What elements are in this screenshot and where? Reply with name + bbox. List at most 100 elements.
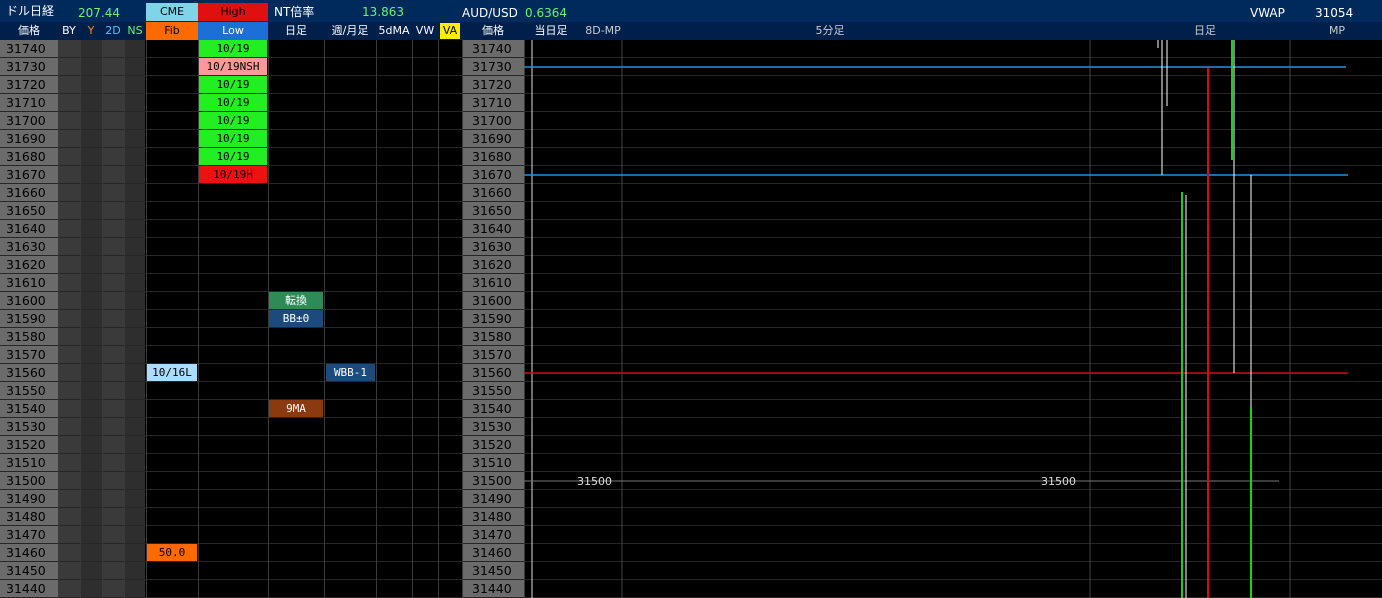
fib-col-tag[interactable]: 50.0	[147, 544, 197, 561]
weekly-col-tag[interactable]: WBB-1	[326, 364, 375, 381]
price-cell-2[interactable]: 31440	[472, 580, 512, 598]
column-divider	[462, 40, 463, 598]
y-col-header[interactable]: Y	[80, 22, 102, 40]
price-cell-2[interactable]: 31720	[472, 76, 512, 94]
price-cell[interactable]: 31730	[6, 58, 46, 76]
price-cell[interactable]: 31610	[6, 274, 46, 292]
level-label-b: 31500	[1041, 475, 1076, 488]
price-cell[interactable]: 31550	[6, 382, 46, 400]
price-cell-2[interactable]: 31560	[472, 364, 512, 382]
low-col-tag[interactable]: 10/19NSH	[199, 58, 267, 75]
price-cell-2[interactable]: 31510	[472, 454, 512, 472]
price-cell-2[interactable]: 31470	[472, 526, 512, 544]
mp-col-header[interactable]: MP	[1322, 22, 1352, 40]
cme-button[interactable]: CME	[146, 3, 198, 21]
price-cell[interactable]: 31630	[6, 238, 46, 256]
today-col-header[interactable]: 当日足	[526, 22, 576, 40]
price-cell-2[interactable]: 31530	[472, 418, 512, 436]
va-col-header[interactable]: VA	[440, 23, 460, 39]
price-cell[interactable]: 31580	[6, 328, 46, 346]
price-cell-2[interactable]: 31550	[472, 382, 512, 400]
high-button[interactable]: High	[198, 3, 268, 21]
price-cell[interactable]: 31450	[6, 562, 46, 580]
price-cell-2[interactable]: 31640	[472, 220, 512, 238]
price-cell[interactable]: 31470	[6, 526, 46, 544]
fib-col-tag[interactable]: 10/16L	[147, 364, 197, 381]
price-cell[interactable]: 31720	[6, 76, 46, 94]
daily-col-tag[interactable]: BB±0	[269, 310, 323, 327]
price-cell[interactable]: 31480	[6, 508, 46, 526]
price-cell-2[interactable]: 31590	[472, 310, 512, 328]
price-cell[interactable]: 31530	[6, 418, 46, 436]
price-cell[interactable]: 31510	[6, 454, 46, 472]
fib-col-header[interactable]: Fib	[146, 22, 198, 40]
low-col-tag[interactable]: 10/19	[199, 148, 267, 165]
price-cell-2[interactable]: 31710	[472, 94, 512, 112]
price-cell[interactable]: 31740	[6, 40, 46, 58]
weekly-monthly-col-header[interactable]: 週/月足	[324, 22, 376, 40]
price-cell-2[interactable]: 31570	[472, 346, 512, 364]
low-col-tag[interactable]: 10/19	[199, 40, 267, 57]
price-cell[interactable]: 31640	[6, 220, 46, 238]
price-cell[interactable]: 31710	[6, 94, 46, 112]
daily-col-header-2[interactable]: 日足	[1185, 22, 1225, 40]
8d-mp-col-header[interactable]: 8D-MP	[578, 22, 628, 40]
price-cell[interactable]: 31560	[6, 364, 46, 382]
price-cell-2[interactable]: 31540	[472, 400, 512, 418]
price-cell[interactable]: 31440	[6, 580, 46, 598]
by-column	[58, 40, 80, 598]
price-cell-2[interactable]: 31480	[472, 508, 512, 526]
price-cell-2[interactable]: 31500	[472, 472, 512, 490]
price-cell-2[interactable]: 31600	[472, 292, 512, 310]
price-cell-2[interactable]: 31650	[472, 202, 512, 220]
low-col-tag[interactable]: 10/19	[199, 94, 267, 111]
price-cell[interactable]: 31670	[6, 166, 46, 184]
price-cell-2[interactable]: 31740	[472, 40, 512, 58]
price-cell-2[interactable]: 31630	[472, 238, 512, 256]
low-col-tag[interactable]: 10/19	[199, 76, 267, 93]
low-col-tag[interactable]: 10/19	[199, 130, 267, 147]
daily-col-tag[interactable]: 転換	[269, 292, 323, 309]
price-cell-2[interactable]: 31690	[472, 130, 512, 148]
price-cell[interactable]: 31540	[6, 400, 46, 418]
price-cell-2[interactable]: 31610	[472, 274, 512, 292]
price-cell-2[interactable]: 31450	[472, 562, 512, 580]
5dma-col-header[interactable]: 5dMA	[376, 22, 412, 40]
low-col-tag[interactable]: 10/19	[199, 112, 267, 129]
price-cell[interactable]: 31520	[6, 436, 46, 454]
price-cell[interactable]: 31500	[6, 472, 46, 490]
price-cell-2[interactable]: 31730	[472, 58, 512, 76]
price-cell-2[interactable]: 31460	[472, 544, 512, 562]
price-cell-2[interactable]: 31520	[472, 436, 512, 454]
low-col-tag[interactable]: 10/19H	[199, 166, 267, 183]
price-cell[interactable]: 31590	[6, 310, 46, 328]
level-label-a: 31500	[577, 475, 612, 488]
price-cell[interactable]: 31600	[6, 292, 46, 310]
2d-column	[102, 40, 124, 598]
ns-col-header[interactable]: NS	[124, 22, 146, 40]
price-cell-2[interactable]: 31670	[472, 166, 512, 184]
vw-col-header[interactable]: VW	[412, 22, 438, 40]
price-cell[interactable]: 31690	[6, 130, 46, 148]
price-cell[interactable]: 31650	[6, 202, 46, 220]
price-cell[interactable]: 31570	[6, 346, 46, 364]
price-cell-2[interactable]: 31580	[472, 328, 512, 346]
price-cell-2[interactable]: 31490	[472, 490, 512, 508]
nt-label: NT倍率	[274, 5, 315, 19]
low-col-header[interactable]: Low	[198, 22, 268, 40]
daily-col-tag[interactable]: 9MA	[269, 400, 323, 417]
price-cell-2[interactable]: 31680	[472, 148, 512, 166]
5min-col-header[interactable]: 5分足	[800, 22, 860, 40]
price-cell[interactable]: 31680	[6, 148, 46, 166]
price-cell[interactable]: 31490	[6, 490, 46, 508]
price-cell[interactable]: 31700	[6, 112, 46, 130]
2d-col-header[interactable]: 2D	[102, 22, 124, 40]
price-cell[interactable]: 31620	[6, 256, 46, 274]
price-cell-2[interactable]: 31700	[472, 112, 512, 130]
daily-col-header[interactable]: 日足	[268, 22, 324, 40]
price-cell-2[interactable]: 31620	[472, 256, 512, 274]
price-cell-2[interactable]: 31660	[472, 184, 512, 202]
by-col-header[interactable]: BY	[58, 22, 80, 40]
price-cell[interactable]: 31460	[6, 544, 46, 562]
price-cell[interactable]: 31660	[6, 184, 46, 202]
